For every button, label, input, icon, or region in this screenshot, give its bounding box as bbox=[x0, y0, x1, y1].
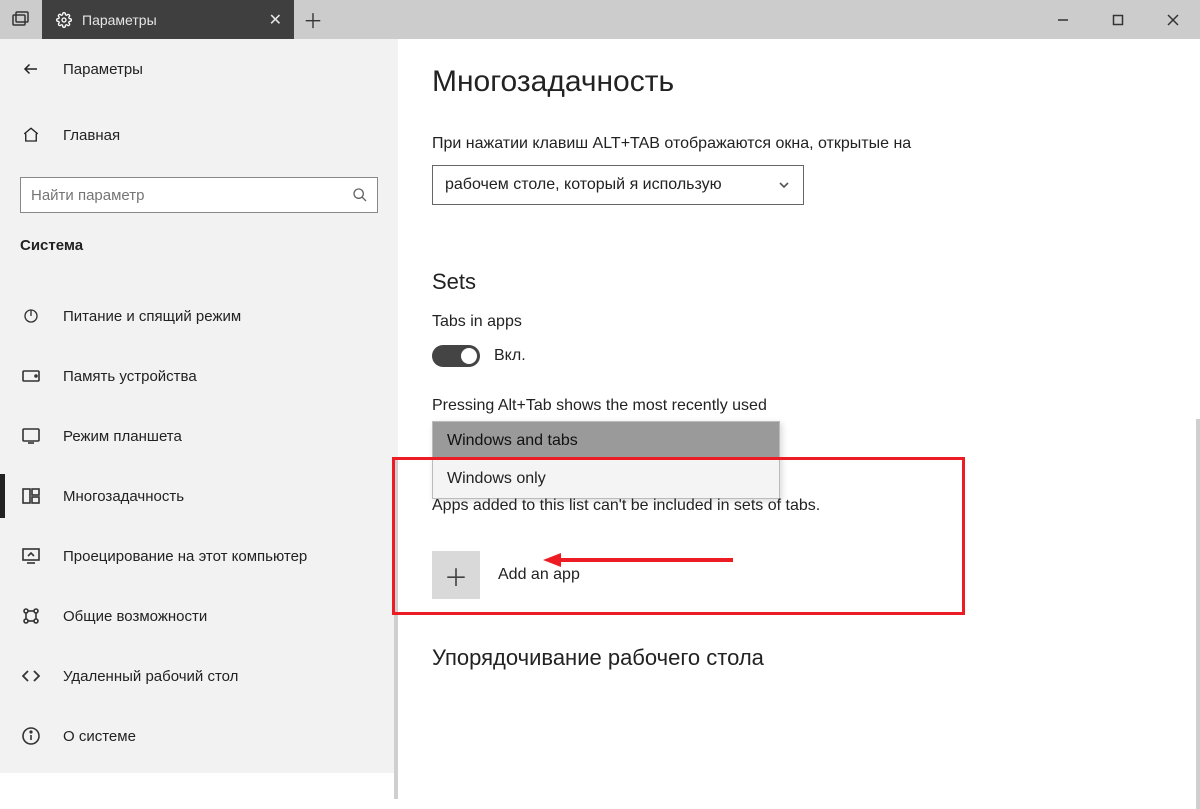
power-icon bbox=[21, 307, 41, 325]
back-label: Параметры bbox=[63, 61, 143, 78]
alttab-value: рабочем столе, который я использую bbox=[445, 176, 722, 194]
main-pane: Многозадачность При нажатии клавиш ALT+T… bbox=[398, 39, 1200, 773]
home-row[interactable]: Главная bbox=[0, 115, 398, 155]
search-container bbox=[20, 177, 378, 213]
home-label: Главная bbox=[63, 127, 120, 144]
sidebar-item-storage[interactable]: Память устройства bbox=[0, 346, 398, 406]
sidebar: Параметры Главная Система Питание и спящ… bbox=[0, 39, 398, 773]
page-title: Многозадачность bbox=[432, 65, 1166, 99]
project-icon bbox=[21, 548, 41, 564]
new-tab-button[interactable]: ＋ bbox=[294, 0, 332, 39]
window-controls bbox=[1035, 0, 1200, 39]
sidebar-item-tablet[interactable]: Режим планшета bbox=[0, 406, 398, 466]
ordering-heading: Упорядочивание рабочего стола bbox=[432, 645, 1166, 671]
add-app-label: Add an app bbox=[498, 566, 580, 584]
search-input[interactable] bbox=[20, 177, 378, 213]
add-app-button[interactable]: ＋ bbox=[432, 551, 480, 599]
section-heading: Система bbox=[0, 233, 398, 260]
titlebar: Параметры ✕ ＋ bbox=[0, 0, 1200, 39]
sidebar-item-remote[interactable]: Удаленный рабочий стол bbox=[0, 646, 398, 706]
sidebar-item-about[interactable]: О системе bbox=[0, 706, 398, 766]
back-icon bbox=[21, 60, 41, 78]
maximize-button[interactable] bbox=[1090, 0, 1145, 39]
minimize-button[interactable] bbox=[1035, 0, 1090, 39]
pressing-alttab-label: Pressing Alt+Tab shows the most recently… bbox=[432, 397, 1166, 415]
close-window-button[interactable] bbox=[1145, 0, 1200, 39]
close-tab-icon[interactable]: ✕ bbox=[269, 10, 282, 30]
remote-icon bbox=[21, 669, 41, 683]
shared-icon bbox=[21, 607, 41, 625]
alttab-combo-open[interactable]: Windows and tabs Windows only bbox=[432, 421, 780, 499]
sidebar-item-projecting[interactable]: Проецирование на этот компьютер bbox=[0, 526, 398, 586]
main-scrollbar[interactable] bbox=[1196, 419, 1200, 809]
home-icon bbox=[21, 126, 41, 144]
sidebar-item-power[interactable]: Питание и спящий режим bbox=[0, 286, 398, 346]
toggle-state-label: Вкл. bbox=[494, 347, 526, 365]
alttab-select[interactable]: рабочем столе, который я использую bbox=[432, 165, 804, 205]
sets-heading: Sets bbox=[432, 269, 1166, 295]
search-icon bbox=[352, 187, 368, 203]
combo-option-windows-only[interactable]: Windows only bbox=[433, 460, 779, 498]
tab-settings[interactable]: Параметры ✕ bbox=[42, 0, 294, 39]
gear-icon bbox=[56, 12, 72, 28]
tabs-toggle[interactable] bbox=[432, 345, 480, 367]
storage-icon bbox=[21, 370, 41, 382]
sidebar-item-multitasking[interactable]: Многозадачность bbox=[0, 466, 398, 526]
combo-option-windows-and-tabs[interactable]: Windows and tabs bbox=[433, 422, 779, 460]
tablet-icon bbox=[21, 428, 41, 444]
alttab-label: При нажатии клавиш ALT+TAB отображаются … bbox=[432, 135, 1166, 153]
chevron-down-icon bbox=[777, 178, 791, 192]
info-icon bbox=[21, 727, 41, 745]
task-view-icon[interactable] bbox=[0, 0, 42, 39]
excluded-apps-note: Apps added to this list can't be include… bbox=[432, 497, 1166, 515]
back-row[interactable]: Параметры bbox=[0, 49, 398, 89]
tabs-in-apps-label: Tabs in apps bbox=[432, 313, 1166, 331]
sidebar-item-shared[interactable]: Общие возможности bbox=[0, 586, 398, 646]
tab-title: Параметры bbox=[82, 12, 259, 28]
multitask-icon bbox=[21, 488, 41, 504]
